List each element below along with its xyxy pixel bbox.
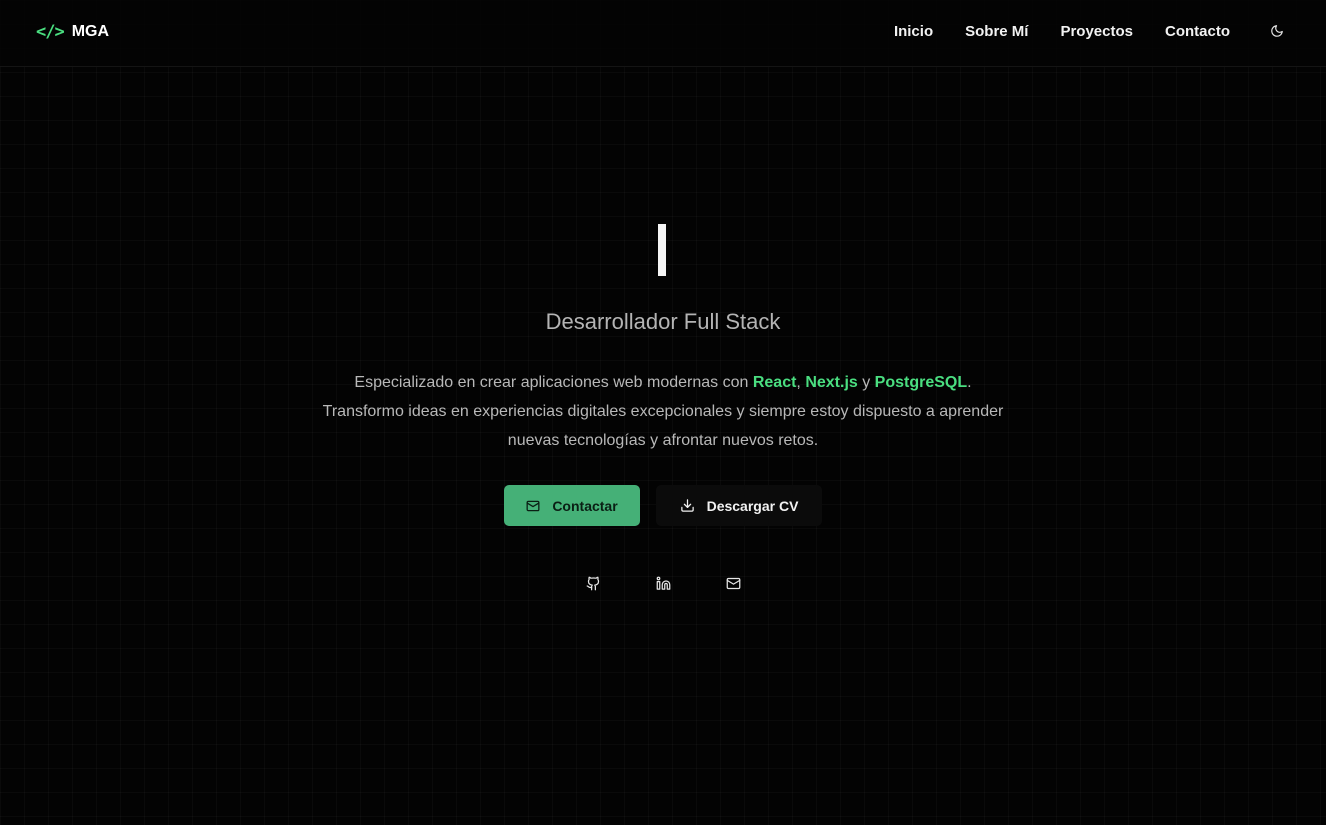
description-text: Especializado en crear aplicaciones web … (354, 374, 753, 391)
nav-link-sobre-mi[interactable]: Sobre Mí (965, 23, 1028, 40)
contact-button-label: Contactar (552, 497, 618, 514)
contact-button[interactable]: Contactar (504, 485, 640, 526)
tech-nextjs: Next.js (805, 374, 858, 391)
download-icon (680, 499, 694, 512)
theme-toggle-button[interactable] (1268, 22, 1286, 40)
linkedin-icon (656, 576, 670, 590)
tech-postgresql: PostgreSQL (874, 374, 968, 391)
typing-cursor (658, 224, 666, 276)
description-comma: , (796, 374, 806, 391)
linkedin-link[interactable] (654, 574, 672, 592)
logo-text: MGA (71, 23, 110, 40)
nav-link-contacto[interactable]: Contacto (1165, 23, 1230, 40)
download-cv-label: Descargar CV (706, 497, 799, 514)
moon-icon (1271, 25, 1283, 37)
social-links (0, 574, 1326, 592)
tech-react: React (752, 374, 797, 391)
download-cv-button[interactable]: Descargar CV (656, 485, 822, 526)
email-link[interactable] (724, 574, 742, 592)
description-and: y (857, 374, 875, 391)
code-icon: </> (36, 22, 65, 42)
nav-links: Inicio Sobre Mí Proyectos Contacto (894, 22, 1286, 40)
logo[interactable]: </> MGA (36, 22, 109, 42)
github-link[interactable] (584, 574, 602, 592)
nav-link-proyectos[interactable]: Proyectos (1060, 23, 1133, 40)
nav-link-inicio[interactable]: Inicio (894, 23, 933, 40)
hero-description: Especializado en crear aplicaciones web … (313, 368, 1013, 455)
mail-icon (726, 577, 740, 589)
hero-subtitle: Desarrollador Full Stack (545, 309, 781, 334)
github-icon (586, 576, 599, 590)
navbar: </> MGA Inicio Sobre Mí Proyectos Contac… (0, 0, 1326, 67)
mail-icon (526, 500, 540, 511)
page: </> MGA Inicio Sobre Mí Proyectos Contac… (0, 0, 1326, 825)
